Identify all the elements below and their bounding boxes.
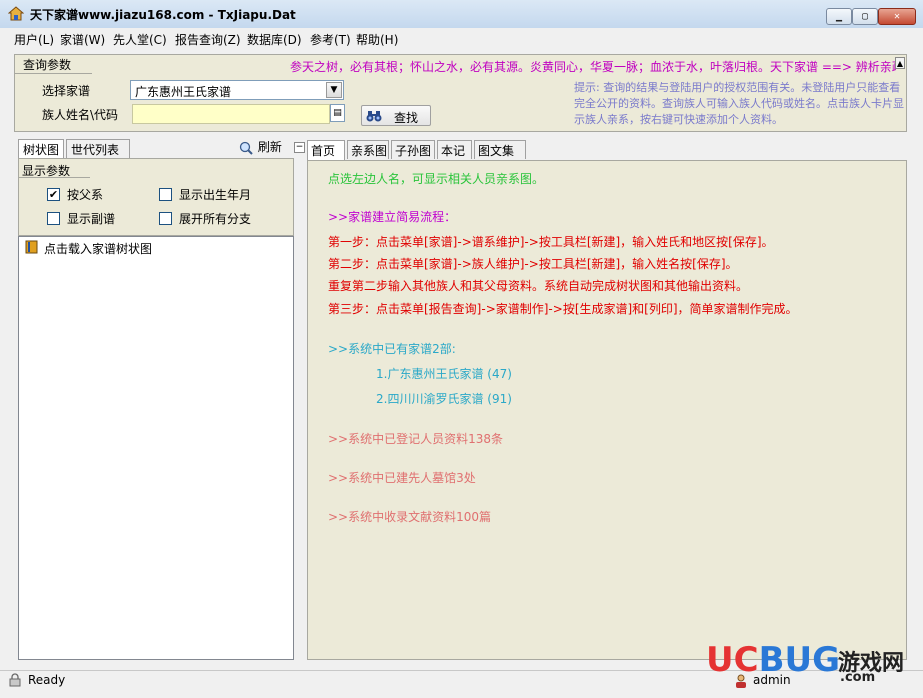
- persons-count: >>系统中已登记人员资料138条: [328, 432, 504, 446]
- step-1: 第一步：点击菜单[家谱]->谱系维护]->按工具栏[新建]，输入姓氏和地区按[保…: [328, 235, 774, 249]
- status-lock-icon: [9, 673, 21, 687]
- genealogy-count: >>系统中已有家谱2部:: [328, 342, 456, 356]
- hint-text: 提示: 查询的结果与登陆用户的授权范围有关。未登陆用户只能查看完全公开的资料。查…: [574, 81, 904, 126]
- minimize-button[interactable]: ▁: [826, 8, 852, 25]
- watermark-uc: UC: [706, 640, 759, 680]
- maximize-button[interactable]: ▢: [852, 8, 878, 25]
- intro-text: 点选左边人名，可显示相关人员亲系图。: [328, 172, 545, 186]
- maximize-icon: ▢: [861, 11, 869, 22]
- search-button[interactable]: 查找: [361, 105, 431, 126]
- watermark-com: .com: [840, 670, 876, 685]
- tab-generation-list[interactable]: 世代列表: [66, 139, 130, 158]
- tab-tree-view[interactable]: 树状图: [18, 139, 64, 159]
- refresh-label: 刷新: [257, 140, 282, 154]
- tab-descendant-chart[interactable]: 子孙图: [391, 140, 435, 159]
- menu-genealogy[interactable]: 家谱(W): [60, 31, 105, 48]
- window-title: 天下家谱www.jiazu168.com - TxJiapu.Dat: [30, 8, 296, 22]
- app-house-icon: [8, 6, 24, 21]
- book-icon: [25, 240, 38, 254]
- watermark-bug: BUG: [758, 640, 840, 680]
- option-show-birth-label: 显示出生年月: [179, 188, 252, 202]
- tab-biography[interactable]: 本记: [437, 140, 472, 159]
- scroll-up-icon[interactable]: ▲: [895, 57, 905, 69]
- option-paternal-label: 按父系: [67, 188, 104, 202]
- member-name-input[interactable]: [132, 104, 330, 124]
- chevron-down-icon[interactable]: ▼: [326, 82, 342, 98]
- member-label: 族人姓名\代码: [42, 108, 119, 122]
- flow-title: >>家谱建立简易流程：: [328, 210, 457, 224]
- option-expand-all-label: 展开所有分支: [179, 212, 252, 226]
- step-3: 第三步：点击菜单[报告查询]->家谱制作]->按[生成家谱]和[列印]，简单家谱…: [328, 302, 798, 316]
- menu-bar: 用户(L) 家谱(W) 先人堂(C) 报告查询(Z) 数据库(D) 参考(T) …: [0, 28, 923, 49]
- option-show-sub-label: 显示副谱: [67, 212, 116, 226]
- status-text: Ready: [28, 673, 66, 687]
- menu-ancestor-hall[interactable]: 先人堂(C): [113, 31, 167, 48]
- menu-database[interactable]: 数据库(D): [247, 31, 302, 48]
- menu-user[interactable]: 用户(L): [14, 31, 54, 48]
- checkbox-paternal[interactable]: ✔: [47, 188, 60, 201]
- menu-report-query[interactable]: 报告查询(Z): [175, 31, 241, 48]
- step-2: 第二步：点击菜单[家谱]->族人维护]->按工具栏[新建]，输入姓名按[保存]。: [328, 257, 738, 271]
- tab-kinship-chart[interactable]: 亲系图: [347, 140, 389, 159]
- watermark-logo: UCBUG: [706, 640, 840, 680]
- halls-count: >>系统中已建先人墓馆3处: [328, 471, 476, 485]
- genealogy-link-2[interactable]: 2.四川川渝罗氏家谱 (91): [376, 390, 512, 407]
- marquee-slogan: 参天之树，必有其根；怀山之水，必有其源。炎黄同心，华夏一脉；血浓于水，叶落归根。…: [290, 60, 896, 74]
- collapse-icon[interactable]: −: [294, 142, 305, 153]
- query-panel-title: 查询参数: [23, 58, 72, 72]
- tree-view-area[interactable]: [18, 236, 294, 660]
- docs-count: >>系统中收录文献资料100篇: [328, 510, 492, 524]
- divider: [14, 73, 92, 74]
- checkbox-show-sub[interactable]: [47, 212, 60, 225]
- member-picker-icon[interactable]: ▤: [330, 104, 345, 122]
- menu-reference[interactable]: 参考(T): [310, 31, 351, 48]
- checkbox-show-birth[interactable]: [159, 188, 172, 201]
- tree-root-node[interactable]: 点击载入家谱树状图: [44, 240, 152, 257]
- tab-gallery[interactable]: 图文集: [474, 140, 526, 159]
- tab-home[interactable]: 首页: [307, 140, 345, 160]
- binoculars-icon: [366, 111, 382, 122]
- menu-help[interactable]: 帮助(H): [356, 31, 398, 48]
- minimize-icon: ▁: [835, 11, 843, 22]
- refresh-button[interactable]: 刷新: [238, 138, 282, 156]
- genealogy-link-1[interactable]: 1.广东惠州王氏家谱 (47): [376, 365, 512, 382]
- genealogy-select-value: 广东惠州王氏家谱: [135, 85, 232, 99]
- divider: [18, 177, 90, 178]
- step-repeat: 重复第二步输入其他族人和其父母资料。系统自动完成树状图和其他输出资料。: [328, 279, 749, 293]
- genealogy-select[interactable]: 广东惠州王氏家谱 ▼: [130, 80, 344, 100]
- genealogy-label: 选择家谱: [42, 84, 91, 98]
- search-button-label: 查找: [394, 111, 419, 125]
- close-button[interactable]: ✕: [878, 8, 916, 25]
- checkbox-expand-all[interactable]: [159, 212, 172, 225]
- close-icon: ✕: [893, 11, 901, 22]
- refresh-icon: [239, 141, 253, 155]
